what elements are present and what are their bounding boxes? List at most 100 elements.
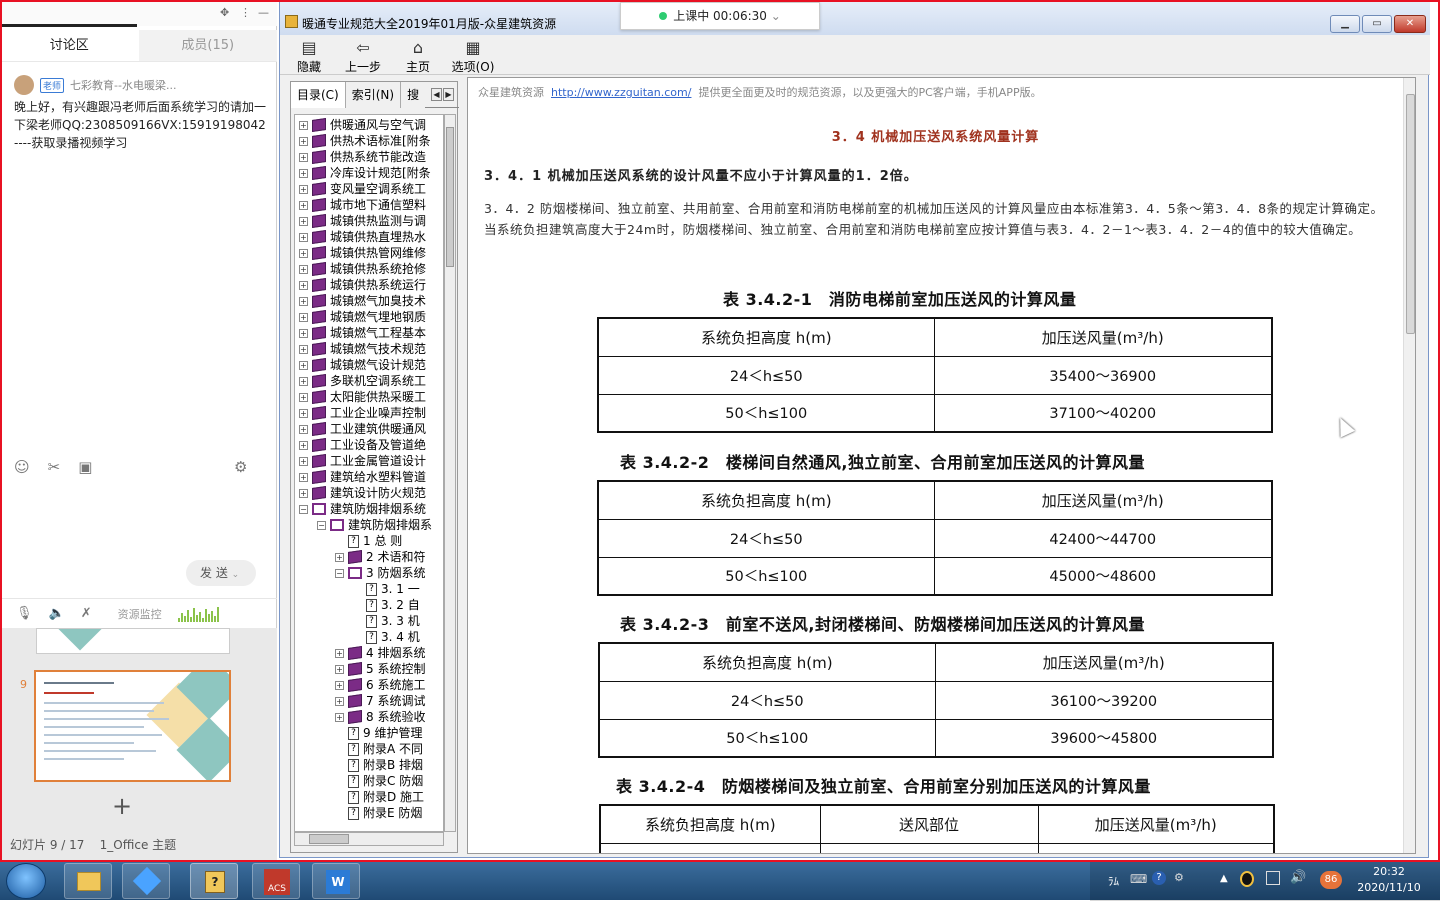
move-icon[interactable]: ✥ [220, 6, 229, 19]
expand-icon[interactable]: + [299, 456, 308, 466]
tree-item[interactable]: + 城镇燃气加臭技术 [299, 293, 426, 309]
notification-badge[interactable]: 86 [1320, 871, 1342, 889]
tab-members[interactable]: 成员(15) [138, 30, 277, 61]
expand-icon[interactable]: + [299, 248, 308, 258]
show-hidden-icons-icon[interactable]: ▲ [1220, 873, 1228, 884]
tree-item[interactable]: +2 术语和符 [335, 549, 425, 565]
expand-icon[interactable]: + [299, 200, 308, 210]
tab-contents[interactable]: 目录(C) [291, 82, 346, 108]
tree-item[interactable]: + 工业金属管道设计 [299, 453, 426, 469]
tab-scroll-right-icon[interactable]: ▶ [443, 88, 454, 101]
options-button[interactable]: ▦ 选项(O) [450, 38, 496, 75]
help-app-button[interactable]: ? [190, 863, 238, 899]
tree-item[interactable]: + 供热系统节能改造 [299, 149, 426, 165]
tree-item[interactable]: + 建筑给水塑料管道 [299, 469, 426, 485]
collapse-icon[interactable]: − [299, 504, 308, 514]
expand-icon[interactable]: + [299, 184, 308, 194]
expand-icon[interactable]: + [299, 328, 308, 338]
hide-button[interactable]: ▤ 隐藏 [288, 38, 330, 75]
back-button[interactable]: ⇦ 上一步 [342, 38, 384, 75]
home-button[interactable]: ⌂ 主页 [397, 38, 439, 75]
tree-item[interactable]: + 冷库设计规范[附条 [299, 165, 431, 181]
expand-icon[interactable]: + [299, 120, 308, 130]
collapse-icon[interactable]: − [335, 568, 344, 578]
tree-item[interactable]: + 太阳能供热采暖工 [299, 389, 426, 405]
tree-item[interactable]: +4 排烟系统 [335, 645, 425, 661]
tree-item[interactable]: + 工业设备及管道绝 [299, 437, 426, 453]
tree-item[interactable]: ? 1 总 则 [335, 533, 402, 549]
tree-item[interactable]: + 工业建筑供暖通风 [299, 421, 426, 437]
tree-item[interactable]: + 城镇燃气设计规范 [299, 357, 426, 373]
tree-item[interactable]: + 供暖通风与空气调 [299, 117, 426, 133]
expand-icon[interactable]: + [299, 440, 308, 450]
maximize-button[interactable]: ▭ [1362, 15, 1392, 33]
tree-item[interactable]: ? 9 维护管理 [335, 725, 422, 741]
tree-item[interactable]: ? 3. 4 机 [353, 629, 420, 645]
start-button[interactable] [6, 863, 46, 899]
speaker-icon[interactable]: 🔈 [49, 606, 65, 621]
tree-item[interactable]: + 城镇供热系统运行 [299, 277, 426, 293]
tree-item[interactable]: + 供热术语标准[附条 [299, 133, 431, 149]
expand-icon[interactable]: + [299, 408, 308, 418]
expand-icon[interactable]: + [299, 296, 308, 306]
tree-item[interactable]: + 变风量空调系统工 [299, 181, 426, 197]
expand-icon[interactable]: + [299, 360, 308, 370]
wps-app-button[interactable]: W [312, 863, 360, 899]
acs-app-button[interactable]: ACS [252, 863, 300, 899]
tree-hscroll-thumb[interactable] [309, 834, 349, 844]
expand-icon[interactable]: + [335, 712, 344, 722]
tree-item[interactable]: ? 附录D 施工 [335, 789, 424, 805]
tree-item[interactable]: − 建筑防烟排烟系统 [299, 501, 426, 517]
more-icon[interactable]: ⋮ [240, 6, 251, 19]
tree-item[interactable]: + 城镇燃气工程基本 [299, 325, 426, 341]
tree-item[interactable]: + 城镇燃气技术规范 [299, 341, 426, 357]
tab-scroll-left-icon[interactable]: ◀ [431, 88, 442, 101]
expand-icon[interactable]: + [299, 344, 308, 354]
tray-settings-icon[interactable]: ⚙ [1174, 871, 1184, 884]
minimize-icon[interactable]: — [258, 6, 269, 19]
tree-item[interactable]: ? 3. 3 机 [353, 613, 420, 629]
expand-icon[interactable]: + [335, 664, 344, 674]
expand-icon[interactable]: + [299, 376, 308, 386]
tree-item[interactable]: + 城镇供热监测与调 [299, 213, 426, 229]
volume-icon[interactable]: 🔊 [1290, 870, 1306, 885]
tree-item[interactable]: +8 系统验收 [335, 709, 425, 725]
mic-icon[interactable]: 🎙 [16, 606, 33, 621]
qq-icon[interactable] [1240, 871, 1254, 887]
network-icon[interactable] [1266, 871, 1280, 885]
collapse-icon[interactable]: − [317, 520, 326, 530]
tab-discussion[interactable]: 讨论区 [0, 30, 139, 61]
expand-icon[interactable]: + [299, 152, 308, 162]
image-icon[interactable]: ▣ [78, 458, 92, 476]
expand-icon[interactable]: + [299, 264, 308, 274]
tree-item[interactable]: ? 附录C 防烟 [335, 773, 423, 789]
clock-date[interactable]: 2020/11/10 [1352, 881, 1426, 894]
keyboard-icon[interactable]: ⌨ [1130, 872, 1147, 886]
help-tray-icon[interactable]: ? [1152, 871, 1166, 885]
tree-item[interactable]: ? 附录A 不同 [335, 741, 423, 757]
tree-item[interactable]: ? 3. 2 自 [353, 597, 420, 613]
smile-icon[interactable]: ☺ [14, 458, 30, 476]
live-status-badge[interactable]: 上课中 00:06:30 ⌄ [620, 2, 820, 30]
tree-item[interactable]: + 城镇供热管网维修 [299, 245, 426, 261]
expand-icon[interactable]: + [335, 680, 344, 690]
send-button[interactable]: 发 送 ⌄ [186, 560, 256, 586]
tree-item[interactable]: ? 附录B 排烟 [335, 757, 423, 773]
file-explorer-button[interactable] [64, 863, 112, 899]
slide-thumbnail-9[interactable] [34, 670, 231, 782]
expand-icon[interactable]: + [335, 552, 344, 562]
tree-horizontal-scrollbar[interactable] [294, 832, 444, 846]
document-vertical-scrollbar[interactable] [1403, 78, 1415, 853]
tree-item[interactable]: +6 系统施工 [335, 677, 425, 693]
expand-icon[interactable]: + [299, 472, 308, 482]
tab-search[interactable]: 搜 [401, 82, 426, 108]
expand-icon[interactable]: + [299, 392, 308, 402]
minimize-button[interactable]: ▁ [1330, 15, 1360, 33]
clock-time[interactable]: 20:32 [1356, 865, 1422, 878]
expand-icon[interactable]: + [299, 168, 308, 178]
source-link[interactable]: http://www.zzguitan.com/ [551, 86, 691, 99]
expand-icon[interactable]: + [335, 696, 344, 706]
expand-icon[interactable]: + [335, 648, 344, 658]
scissors-icon[interactable]: ✂ [48, 458, 61, 476]
expand-icon[interactable]: + [299, 232, 308, 242]
